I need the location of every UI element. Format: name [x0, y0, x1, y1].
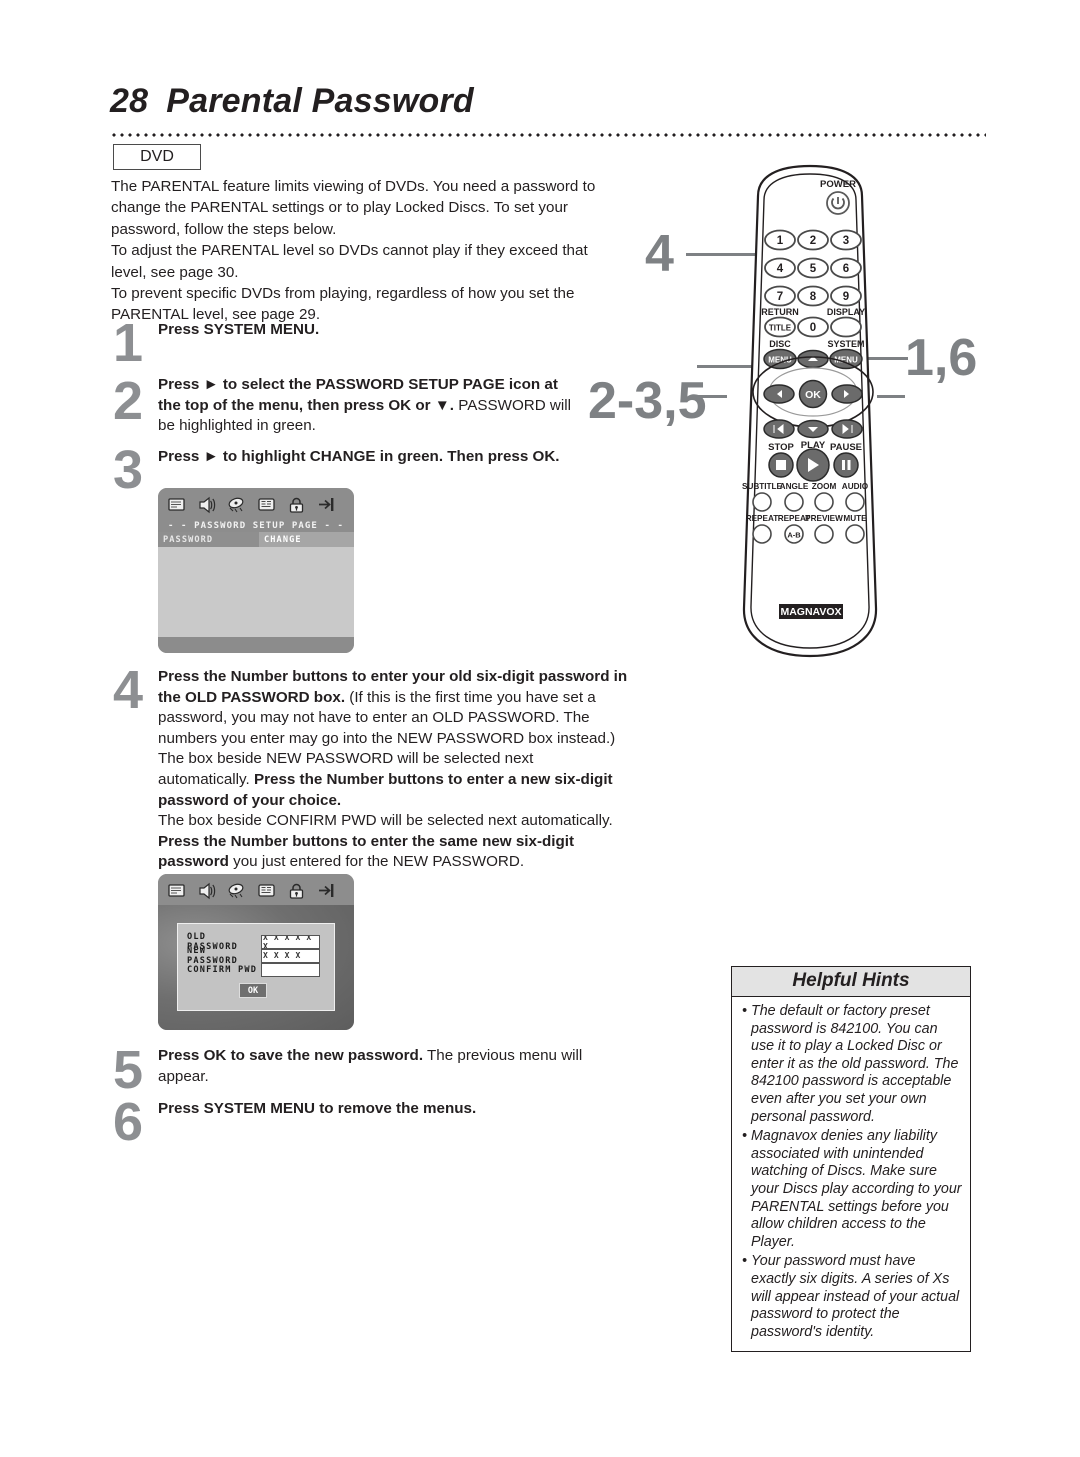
- osd-screenshot-password-entry: OLD PASSWORD X X X X X X NEW PASSWORD X …: [158, 874, 354, 1030]
- callout-number-pad: 4: [645, 225, 674, 283]
- osd-icon-bar-2: [158, 874, 354, 905]
- password-setup-icon: [287, 882, 307, 900]
- bullet-icon: •: [741, 1128, 747, 1145]
- svg-text:DISC: DISC: [769, 339, 791, 349]
- step-number-3: 3: [113, 440, 144, 500]
- new-password-input[interactable]: X X X X: [261, 948, 320, 963]
- bullet-icon: •: [741, 1003, 747, 1019]
- svg-text:5: 5: [810, 263, 817, 275]
- svg-text:9: 9: [843, 291, 849, 303]
- password-dialog: OLD PASSWORD X X X X X X NEW PASSWORD X …: [177, 923, 335, 1011]
- hint-text: Magnavox denies any liability associated…: [751, 1128, 962, 1250]
- hint-text: The default or factory preset password i…: [751, 1003, 959, 1125]
- media-type-badge: DVD: [113, 144, 201, 170]
- svg-text:6: 6: [843, 263, 849, 275]
- osd-row-value: CHANGE: [259, 532, 354, 547]
- video-setup-icon: [227, 496, 247, 514]
- step-number-4: 4: [113, 660, 144, 720]
- intro-paragraph-1: The PARENTAL feature limits viewing of D…: [111, 178, 596, 238]
- step-text-2: Press ► to select the PASSWORD SETUP PAG…: [158, 376, 572, 435]
- svg-text:MUTE: MUTE: [843, 514, 867, 523]
- confirm-pwd-field-row: CONFIRM PWD: [187, 962, 334, 977]
- audio-setup-icon: [197, 496, 217, 514]
- svg-text:DISPLAY: DISPLAY: [827, 307, 865, 317]
- svg-text:RETURN: RETURN: [761, 307, 799, 317]
- audio-setup-icon: [197, 882, 217, 900]
- osd-icon-bar-1: [158, 488, 354, 519]
- svg-text:STOP: STOP: [768, 442, 794, 453]
- osd-footer-bar-1: [158, 637, 354, 653]
- general-setup-icon: [167, 882, 187, 900]
- svg-text:0: 0: [810, 322, 816, 334]
- svg-text:PREVIEW: PREVIEW: [805, 514, 843, 523]
- step-text-3: Press ► to highlight CHANGE in green. Th…: [158, 448, 560, 465]
- list-item: • Your password must have exactly six dig…: [738, 1253, 962, 1341]
- step-text-5: Press OK to save the new password. The p…: [158, 1047, 583, 1085]
- svg-text:4: 4: [777, 263, 784, 275]
- header-dotted-rule: [110, 133, 986, 137]
- intro-paragraph-2: To adjust the PARENTAL level so DVDs can…: [111, 242, 588, 281]
- svg-text:3: 3: [843, 235, 849, 247]
- page-number: 28: [110, 82, 149, 120]
- list-item: • The default or factory preset password …: [738, 1003, 962, 1126]
- osd-row-password: PASSWORD CHANGE: [158, 532, 354, 547]
- svg-text:ANGLE: ANGLE: [780, 482, 809, 491]
- remote-control-illustration: POWER 1 2 3 4 5 6 7 8 9 RETURN TITLE 0 D…: [700, 160, 920, 685]
- svg-text:8: 8: [810, 291, 817, 303]
- step-text-4: Press the Number buttons to enter your o…: [158, 668, 628, 871]
- svg-text:POWER: POWER: [820, 179, 856, 190]
- svg-text:ZOOM: ZOOM: [812, 482, 837, 491]
- osd-empty-body-1: [158, 547, 354, 637]
- svg-text:TITLE: TITLE: [769, 324, 792, 333]
- svg-text:1: 1: [777, 235, 784, 247]
- page-title: 28 Parental Password: [110, 82, 474, 121]
- osd-screenshot-password-setup: - - PASSWORD SETUP PAGE - - PASSWORD CHA…: [158, 488, 354, 653]
- old-password-input[interactable]: X X X X X X: [261, 934, 320, 949]
- osd-row-label: PASSWORD: [158, 532, 259, 547]
- exit-setup-icon: [317, 882, 337, 900]
- svg-text:MAGNAVOX: MAGNAVOX: [780, 606, 841, 618]
- helpful-hints-list: • The default or factory preset password …: [732, 997, 970, 1351]
- svg-text:PAUSE: PAUSE: [830, 442, 862, 453]
- preference-setup-icon: [257, 882, 277, 900]
- svg-text:SYSTEM: SYSTEM: [827, 339, 864, 349]
- new-password-label: NEW PASSWORD: [187, 945, 238, 966]
- step-number-1: 1: [113, 313, 144, 373]
- osd-ok-button[interactable]: OK: [239, 983, 267, 998]
- general-setup-icon: [167, 496, 187, 514]
- svg-text:SUBTITLE: SUBTITLE: [742, 482, 783, 491]
- helpful-hints-heading: Helpful Hints: [732, 967, 970, 997]
- intro-paragraphs: The PARENTAL feature limits viewing of D…: [111, 176, 611, 326]
- svg-text:A-B: A-B: [787, 531, 801, 540]
- password-setup-icon: [287, 496, 307, 514]
- confirm-pwd-label: CONFIRM PWD: [187, 964, 258, 975]
- step-number-2: 2: [113, 371, 144, 431]
- svg-text:REPEAT: REPEAT: [746, 514, 779, 523]
- list-item: • Magnavox denies any liability associate…: [738, 1128, 962, 1251]
- exit-setup-icon: [317, 496, 337, 514]
- video-setup-icon: [227, 882, 247, 900]
- confirm-pwd-input[interactable]: [261, 962, 320, 977]
- osd-page-title-1: - - PASSWORD SETUP PAGE - -: [158, 519, 354, 532]
- svg-text:7: 7: [777, 291, 783, 303]
- preference-setup-icon: [257, 496, 277, 514]
- step-number-6: 6: [113, 1092, 144, 1152]
- bullet-icon: •: [741, 1253, 747, 1270]
- new-password-field-row: NEW PASSWORD X X X X: [187, 946, 334, 966]
- manual-page: 28 Parental Password DVD The PARENTAL fea…: [0, 0, 1080, 1457]
- step-text-1: Press SYSTEM MENU.: [158, 321, 320, 338]
- helpful-hints-box: Helpful Hints • The default or factory pr…: [731, 966, 971, 1353]
- svg-text:AUDIO: AUDIO: [842, 482, 869, 491]
- hint-text: Your password must have exactly six digi…: [751, 1253, 960, 1340]
- step-text-6: Press SYSTEM MENU to remove the menus.: [158, 1100, 477, 1117]
- callout-arrows-ok: 2-3,5: [588, 372, 707, 430]
- osd-background-2: OLD PASSWORD X X X X X X NEW PASSWORD X …: [158, 905, 354, 1030]
- svg-text:2: 2: [810, 235, 816, 247]
- page-title-text: Parental Password: [166, 82, 474, 120]
- step-number-5: 5: [113, 1040, 144, 1100]
- svg-text:OK: OK: [805, 389, 821, 401]
